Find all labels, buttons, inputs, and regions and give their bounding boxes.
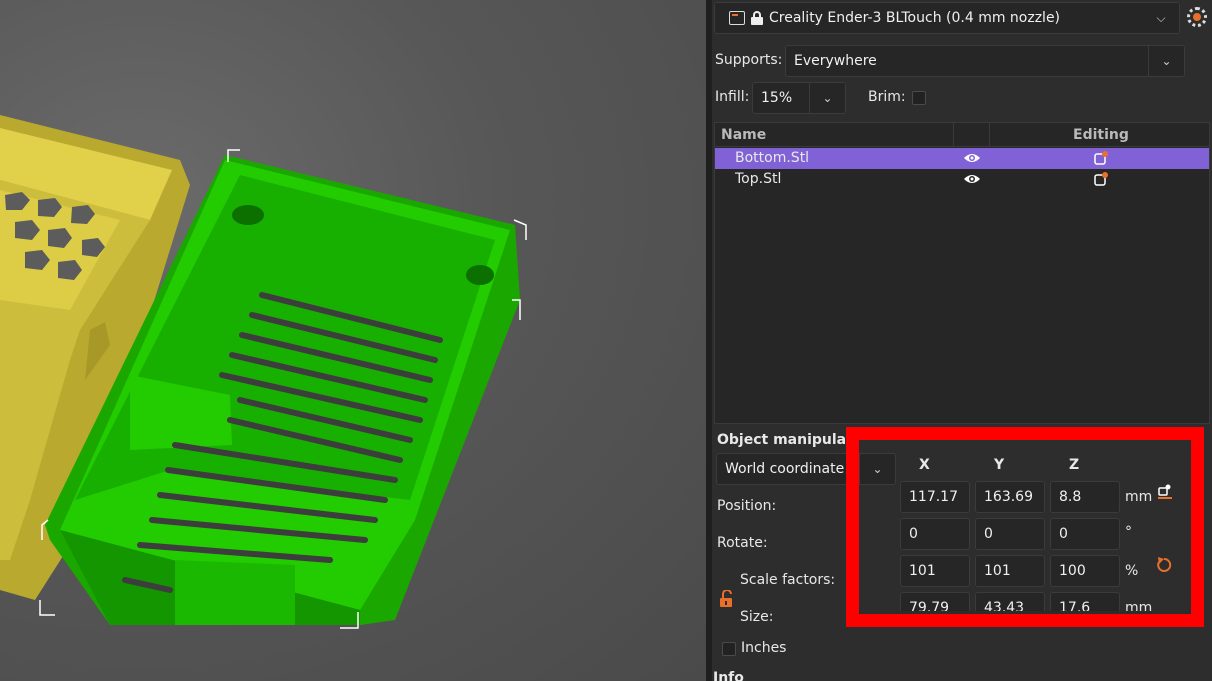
supports-value: Everywhere [794, 53, 877, 69]
position-y-input[interactable]: 163.69 [975, 481, 1045, 513]
brim-checkbox[interactable] [912, 91, 926, 105]
eye-icon[interactable] [963, 151, 981, 165]
size-x-input[interactable]: 79.79 [900, 592, 970, 611]
object-list[interactable]: Name Editing Bottom.Stl Top.Stl [714, 122, 1210, 424]
supports-select[interactable]: Everywhere ⌄ [785, 45, 1185, 77]
object-list-header: Name Editing [715, 123, 1209, 147]
rotate-unit: ° [1125, 524, 1132, 540]
brim-label: Brim: [868, 89, 906, 105]
chevron-down-icon[interactable]: ⌄ [1148, 45, 1184, 77]
coordinate-system-value: World coordinate [725, 461, 845, 477]
list-item[interactable]: Top.Stl [715, 169, 1209, 190]
infill-label: Infill: [715, 89, 750, 105]
inches-label: Inches [741, 640, 787, 656]
rotate-x-input[interactable]: 0 [900, 518, 970, 550]
drop-to-bed-icon[interactable] [1157, 484, 1173, 500]
size-z-input[interactable]: 17.6 [1050, 592, 1120, 611]
position-x-input[interactable]: 117.17 [900, 481, 970, 513]
scene [0, 115, 527, 629]
scale-label: Scale factors: [740, 572, 836, 588]
printer-select[interactable]: Creality Ender-3 BLTouch (0.4 mm nozzle)… [714, 2, 1180, 34]
size-y-input[interactable]: 43.43 [975, 592, 1045, 611]
axis-y-label: Y [994, 457, 1005, 473]
printer-name: Creality Ender-3 BLTouch (0.4 mm nozzle) [769, 10, 1061, 26]
scale-x-input[interactable]: 101 [900, 555, 970, 587]
axis-z-label: Z [1069, 457, 1080, 473]
object-name: Top.Stl [735, 171, 782, 187]
chevron-down-icon[interactable]: ⌵ [1143, 2, 1179, 34]
manipulation-fields: X Y Z 117.17 163.69 8.8 mm 0 0 0 ° 101 1… [859, 440, 1187, 611]
scale-unit: % [1125, 563, 1139, 579]
axis-x-label: X [919, 457, 930, 473]
column-name[interactable]: Name [721, 127, 766, 143]
reset-scale-icon[interactable] [1155, 556, 1173, 574]
edit-icon[interactable] [1093, 150, 1109, 166]
column-editing[interactable]: Editing [1073, 127, 1129, 143]
infill-value: 15% [761, 90, 793, 106]
object-manipulation-title: Object manipulati [717, 432, 858, 448]
object-name: Bottom.Stl [735, 150, 810, 166]
rotate-y-input[interactable]: 0 [975, 518, 1045, 550]
lock-icon [751, 11, 763, 25]
chevron-down-icon[interactable]: ⌄ [809, 82, 845, 114]
position-unit: mm [1125, 489, 1153, 505]
unlock-icon[interactable] [718, 590, 734, 608]
edit-icon[interactable] [1093, 171, 1109, 187]
rotate-z-input[interactable]: 0 [1050, 518, 1120, 550]
position-label: Position: [717, 498, 777, 514]
list-item[interactable]: Bottom.Stl [715, 148, 1209, 169]
scale-y-input[interactable]: 101 [975, 555, 1045, 587]
rotate-label: Rotate: [717, 535, 768, 551]
supports-label: Supports: [715, 52, 783, 68]
info-title: Info [713, 670, 744, 681]
3d-viewport[interactable] [0, 0, 706, 681]
size-label: Size: [740, 609, 774, 625]
printer-settings-icon[interactable] [1187, 7, 1207, 27]
printer-icon [729, 11, 745, 25]
scale-z-input[interactable]: 100 [1050, 555, 1120, 587]
position-z-input[interactable]: 8.8 [1050, 481, 1120, 513]
size-unit: mm [1125, 600, 1153, 611]
inches-checkbox[interactable] [722, 642, 736, 656]
infill-select[interactable]: 15% ⌄ [752, 82, 846, 114]
eye-icon[interactable] [963, 172, 981, 186]
